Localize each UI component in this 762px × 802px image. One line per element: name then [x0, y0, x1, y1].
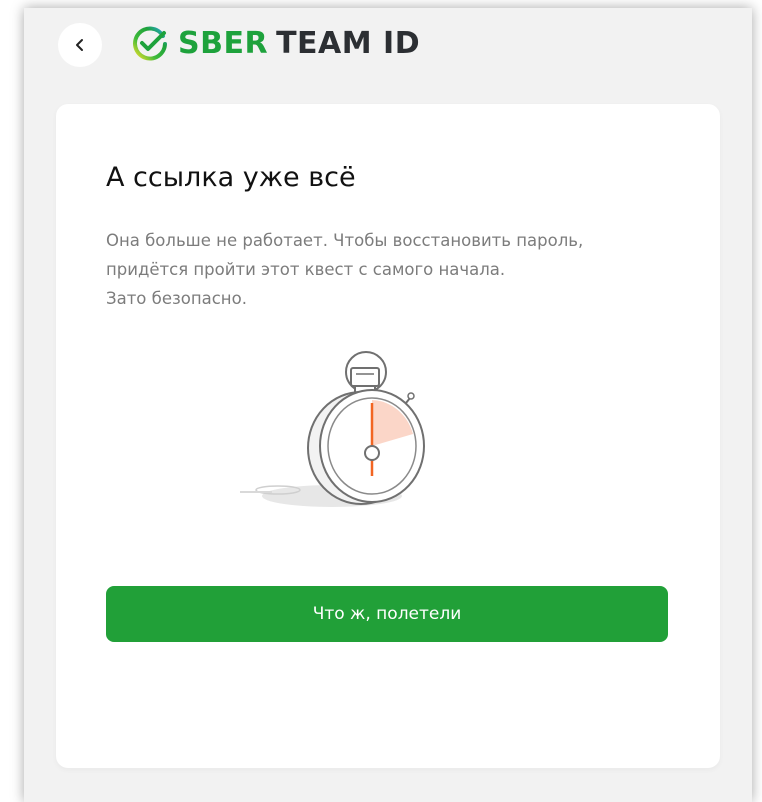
description-line: Зато безопасно. — [106, 289, 247, 308]
logo-wordmark: SBER TEAM ID — [178, 24, 420, 64]
logo-product-text: TEAM ID — [276, 26, 421, 61]
sber-team-id-logo: SBER TEAM ID — [132, 24, 420, 64]
description-line: Она больше не работает. Чтобы восстанови… — [106, 231, 584, 250]
stopwatch-illustration — [240, 351, 425, 507]
continue-button[interactable]: Что ж, полетели — [106, 586, 668, 642]
card-title: А ссылка уже всё — [106, 162, 356, 193]
back-button[interactable] — [58, 23, 102, 67]
card-description: Она больше не работает. Чтобы восстанови… — [106, 226, 686, 313]
description-line: придётся пройти этот квест с самого нача… — [106, 260, 506, 279]
expired-link-card: А ссылка уже всё Она больше не работает.… — [56, 104, 720, 768]
chevron-left-icon — [76, 39, 83, 51]
sber-checkmark-logo-icon — [133, 26, 167, 61]
page-background: SBER TEAM ID А ссылка уже всё Она больше … — [24, 8, 752, 802]
logo-brand-text: SBER — [178, 26, 269, 61]
